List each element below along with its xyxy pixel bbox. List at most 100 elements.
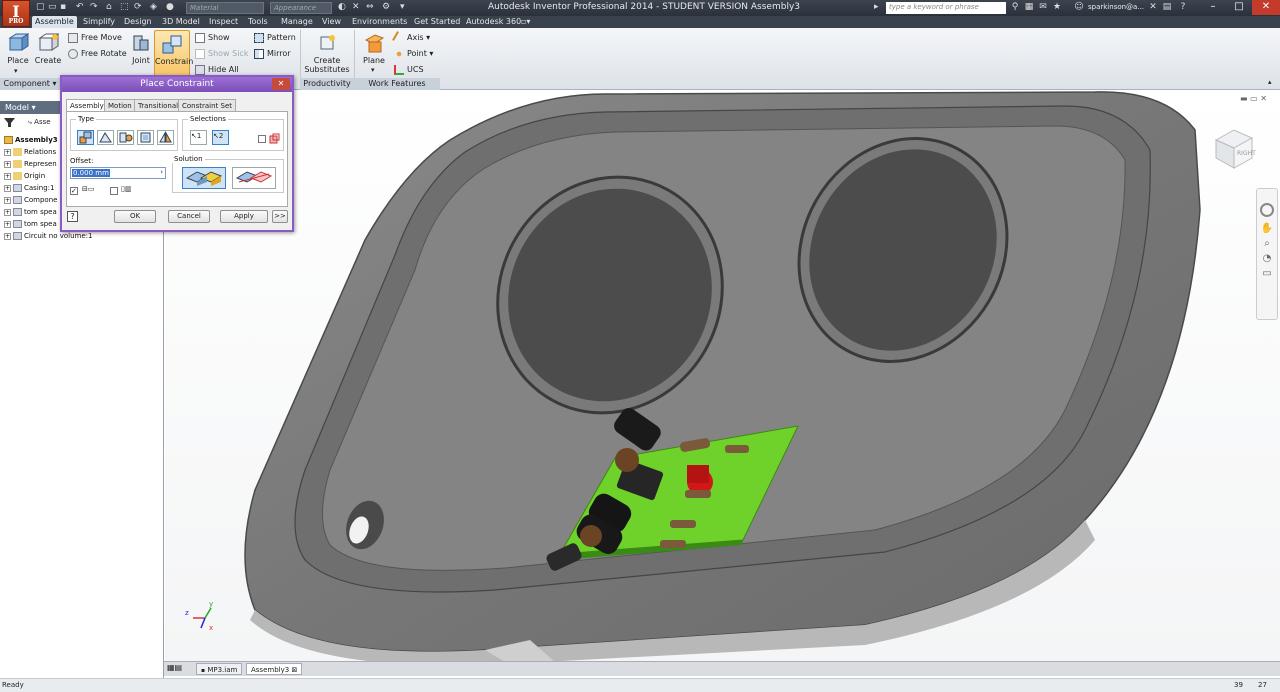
dialog-close-button[interactable]: ✕ xyxy=(272,78,290,90)
ok-button[interactable]: OK xyxy=(114,210,156,223)
select-icon[interactable]: ⬚ xyxy=(120,2,129,14)
show-preview-checkbox[interactable]: ✓ xyxy=(70,187,78,195)
undo-icon[interactable]: ↶ xyxy=(76,2,84,14)
tab-3d-model[interactable]: 3D Model xyxy=(159,16,203,28)
expand-icon[interactable]: + xyxy=(4,160,11,168)
binoculars-icon[interactable]: ⚲ xyxy=(1010,2,1020,13)
tree-item-component[interactable]: + Compone xyxy=(4,194,57,206)
point-button[interactable]: Point ▾ xyxy=(394,47,433,61)
angle-constraint-button[interactable] xyxy=(97,130,114,145)
free-rotate-button[interactable]: Free Rotate xyxy=(68,47,127,61)
expand-icon[interactable]: + xyxy=(4,196,11,204)
search-arrow-icon[interactable]: ▸ xyxy=(874,2,879,14)
tab-inspect[interactable]: Inspect xyxy=(206,16,241,28)
properties-icon[interactable]: ◈ xyxy=(150,2,157,14)
tree-item-casing[interactable]: + Casing:1 xyxy=(4,182,54,194)
home-icon[interactable]: ⌂ xyxy=(106,2,112,14)
show-button[interactable]: Show xyxy=(195,31,230,45)
show-sick-button[interactable]: Show Sick xyxy=(195,47,248,61)
minimize-button[interactable]: – xyxy=(1200,0,1226,15)
plane-button[interactable]: Plane xyxy=(360,32,388,65)
tab-design[interactable]: Design xyxy=(121,16,155,28)
browser-search[interactable]: ⤷ Asse xyxy=(28,118,51,127)
expand-icon[interactable]: + xyxy=(4,208,11,216)
pick-part-first-checkbox[interactable] xyxy=(258,135,266,143)
constrain-button[interactable]: Constrain xyxy=(154,30,193,76)
color-icon[interactable]: ● xyxy=(166,2,174,14)
app-logo-button[interactable]: I PRO xyxy=(2,0,30,27)
tab-constraint-set[interactable]: Constraint Set xyxy=(178,99,237,111)
cancel-button[interactable]: Cancel xyxy=(168,210,210,223)
pattern-button[interactable]: Pattern xyxy=(254,31,296,45)
mirror-button[interactable]: Mirror xyxy=(254,47,291,61)
ribbon-options-icon[interactable]: ▫▾ xyxy=(518,16,533,28)
more-button[interactable]: >> xyxy=(272,210,288,223)
tab-autodesk-360[interactable]: Autodesk 360 xyxy=(463,16,524,28)
appearance-dropdown[interactable]: Appearance xyxy=(270,2,332,14)
insert-constraint-button[interactable] xyxy=(137,130,154,145)
clear-icon[interactable]: ✕ xyxy=(352,2,360,14)
tab-tools[interactable]: Tools xyxy=(245,16,271,28)
communication-icon[interactable]: ✉ xyxy=(1038,2,1048,13)
material-dropdown[interactable]: Material xyxy=(186,2,264,14)
tab-transitional[interactable]: Transitional xyxy=(134,99,183,111)
filter-icon[interactable] xyxy=(4,117,15,128)
panel-label-component[interactable]: Component ▾ xyxy=(0,78,60,90)
look-at-icon[interactable]: ▭ xyxy=(1257,266,1277,281)
help-icon[interactable]: ? xyxy=(67,211,78,222)
tree-item-representations[interactable]: + Represen xyxy=(4,158,57,170)
tile-windows-icon[interactable]: ▦▤ xyxy=(167,663,182,672)
new-icon[interactable]: ▢ xyxy=(36,2,45,14)
tree-item-tom-speaker-2[interactable]: + tom spea xyxy=(4,218,57,230)
graphics-viewport[interactable]: z y x RIGHT ▬ ▭ ✕ xyxy=(165,90,1280,662)
tab-assembly[interactable]: Assembly xyxy=(66,99,108,111)
tab-get-started[interactable]: Get Started xyxy=(411,16,463,28)
save-icon[interactable]: ▪ xyxy=(60,2,66,14)
flush-solution-button[interactable] xyxy=(232,167,276,189)
axis-button[interactable]: Axis ▾ xyxy=(392,30,430,45)
expand-icon[interactable]: + xyxy=(4,232,11,240)
update-icon[interactable]: ⟳ xyxy=(134,2,142,14)
joint-button[interactable]: Joint xyxy=(129,32,153,65)
apply-button[interactable]: Apply xyxy=(220,210,268,223)
selection-2-button[interactable]: ↖2 xyxy=(212,130,229,145)
measure-icon[interactable]: ⇔ xyxy=(366,2,374,14)
tangent-constraint-button[interactable] xyxy=(117,130,134,145)
adjust-icon[interactable]: ◐ xyxy=(338,2,346,14)
expand-icon[interactable]: + xyxy=(4,172,11,180)
apps-icon[interactable]: ▤ xyxy=(1162,2,1172,13)
tab-manage[interactable]: Manage xyxy=(278,16,316,28)
tab-view[interactable]: View xyxy=(319,16,344,28)
tab-assemble[interactable]: Assemble xyxy=(32,16,77,28)
tree-item-origin[interactable]: + Origin xyxy=(4,170,45,182)
close-button[interactable]: ✕ xyxy=(1252,0,1280,15)
tab-simplify[interactable]: Simplify xyxy=(80,16,118,28)
place-dropdown-icon[interactable]: ▾ xyxy=(14,67,18,75)
customize-icon[interactable]: ▾ xyxy=(400,2,405,14)
open-icon[interactable]: ▭ xyxy=(48,2,57,14)
user-account[interactable]: sparkinson@a... xyxy=(1088,3,1144,11)
plane-dropdown-icon[interactable]: ▾ xyxy=(371,66,375,74)
exchange-icon[interactable]: ✕ xyxy=(1148,2,1158,13)
create-button[interactable]: Create xyxy=(34,32,62,65)
pan-icon[interactable]: ✋ xyxy=(1257,221,1277,236)
offset-arrow-icon[interactable]: › xyxy=(160,168,163,176)
steering-wheel-icon[interactable] xyxy=(1260,203,1274,217)
mate-solution-button[interactable] xyxy=(182,167,226,189)
viewport-controls[interactable]: ▬ ▭ ✕ xyxy=(1240,94,1267,103)
tree-item-relationships[interactable]: + Relations xyxy=(4,146,56,158)
selection-1-button[interactable]: ↖1 xyxy=(190,130,207,145)
expand-icon[interactable]: + xyxy=(4,184,11,192)
expand-icon[interactable]: + xyxy=(4,220,11,228)
tree-item-assembly3[interactable]: Assembly3 xyxy=(4,134,58,146)
tab-environments[interactable]: Environments xyxy=(349,16,410,28)
tab-motion[interactable]: Motion xyxy=(104,99,136,111)
help-icon[interactable]: ? xyxy=(1178,2,1188,13)
maximize-button[interactable]: □ xyxy=(1226,0,1252,15)
gear-icon[interactable]: ⚙ xyxy=(382,2,390,14)
predict-offset-checkbox[interactable] xyxy=(110,187,118,195)
help-search-input[interactable]: type a keyword or phrase xyxy=(886,2,1006,14)
symmetry-constraint-button[interactable] xyxy=(157,130,174,145)
zoom-icon[interactable]: ⌕ xyxy=(1257,236,1277,251)
doc-tab-assembly3[interactable]: Assembly3 ⊠ xyxy=(246,663,303,675)
